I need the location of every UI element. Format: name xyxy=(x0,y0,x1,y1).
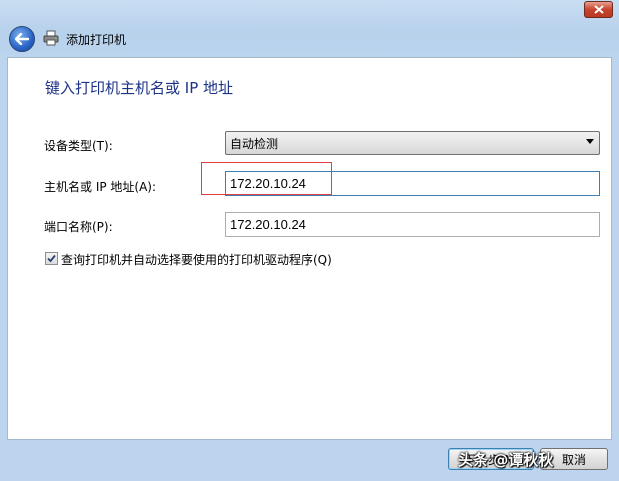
hostname-value: 172.20.10.24 xyxy=(230,176,306,191)
device-type-value: 自动检测 xyxy=(230,136,279,151)
port-name-input[interactable]: 172.20.10.24 xyxy=(225,212,600,237)
device-type-select[interactable]: 自动检测 xyxy=(225,131,600,155)
add-printer-window: 添加打印机 键入打印机主机名或 IP 地址 设备类型(T): 自动检测 主机名或… xyxy=(0,0,619,481)
query-driver-checkbox[interactable] xyxy=(45,252,58,265)
chevron-down-icon xyxy=(586,139,594,144)
hostname-label: 主机名或 IP 地址(A): xyxy=(44,180,157,194)
page-heading: 键入打印机主机名或 IP 地址 xyxy=(45,79,234,97)
wizard-content: 键入打印机主机名或 IP 地址 设备类型(T): 自动检测 主机名或 IP 地址… xyxy=(7,57,612,440)
cancel-button[interactable]: 取消 xyxy=(540,448,608,470)
close-icon xyxy=(593,5,604,14)
printer-icon xyxy=(43,30,59,46)
device-type-label: 设备类型(T): xyxy=(44,139,113,153)
query-driver-label[interactable]: 查询打印机并自动选择要使用的打印机驱动程序(Q) xyxy=(61,251,332,268)
port-name-value: 172.20.10.24 xyxy=(230,217,306,232)
window-title: 添加打印机 xyxy=(66,33,127,47)
back-button[interactable] xyxy=(9,26,35,52)
hostname-input[interactable]: 172.20.10.24 xyxy=(225,171,600,196)
next-button-label: 下一步(N) xyxy=(463,452,519,467)
cancel-button-label: 取消 xyxy=(561,452,586,467)
next-button[interactable]: 下一步(N) xyxy=(448,448,534,470)
arrow-left-icon xyxy=(15,33,29,45)
port-name-label: 端口名称(P): xyxy=(44,220,113,234)
close-button[interactable] xyxy=(584,1,613,18)
checkmark-icon xyxy=(47,254,56,263)
